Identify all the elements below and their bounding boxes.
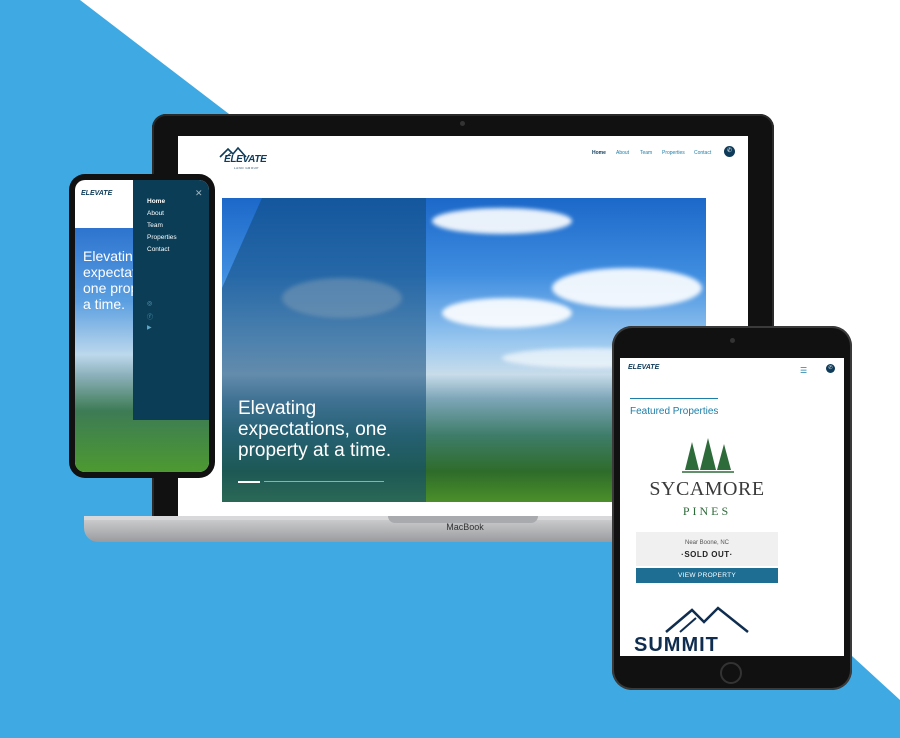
instagram-icon[interactable]: ◎ [147,300,152,307]
facebook-icon[interactable]: ⓕ [147,312,153,321]
pine-trees-icon [682,438,734,473]
phone-screen: ELEVATE Elevating expectations, one prop… [75,180,209,472]
phone-menu-properties[interactable]: Properties [147,234,177,241]
phone-menu-about[interactable]: About [147,210,164,217]
phone-menu-home[interactable]: Home [147,198,165,205]
phone-nav-menu: ✕ Home About Team Properties Contact ◎ ⓕ… [133,180,209,420]
tablet-camera [730,338,735,343]
logo-subtext: LAND GROUP [234,166,259,170]
phone-device: ELEVATE Elevating expectations, one prop… [69,174,215,478]
hero-headline: Elevating expectations, one property at … [238,398,392,461]
device-label: MacBook [446,522,484,532]
phone-icon[interactable]: ✆ [826,364,835,373]
hamburger-menu-icon[interactable]: ☰ [800,366,807,375]
tablet-logo[interactable]: ELEVATE [628,364,659,371]
logo-text: ELEVATE [224,154,267,165]
phone-menu-contact[interactable]: Contact [147,246,169,253]
property-subname: PINES [682,504,732,518]
nav-properties[interactable]: Properties [662,150,685,156]
view-property-button[interactable]: VIEW PROPERTY [636,568,778,583]
property-name: SYCAMORE [649,478,765,500]
site-logo[interactable]: ELEVATE LAND GROUP [218,146,278,174]
property-card-logo[interactable]: SYCAMORE PINES [636,432,778,532]
phone-logo[interactable]: ELEVATE [81,190,112,197]
cloud [432,208,572,234]
nav-team[interactable]: Team [640,150,652,156]
youtube-icon[interactable]: ▶ [147,324,152,331]
section-divider [630,398,718,399]
home-button[interactable] [720,662,742,684]
tablet-screen: ELEVATE ☰ ✆ Featured Properties SYCAMORE… [620,358,844,656]
cloud [552,268,702,308]
next-property-name: SUMMIT [634,634,719,656]
property-location: Near Boone, NC [684,540,730,546]
status-badge: ·SOLD OUT· [681,550,733,559]
close-icon[interactable]: ✕ [195,188,203,199]
cloud [442,298,572,328]
hero-slider-active[interactable] [238,481,260,483]
featured-heading: Featured Properties [630,406,719,417]
phone-icon[interactable]: ✆ [724,146,735,157]
nav-about[interactable]: About [616,150,629,156]
summit-mountain-icon [665,606,749,633]
tablet-device: ELEVATE ☰ ✆ Featured Properties SYCAMORE… [612,326,852,690]
nav-home[interactable]: Home [592,150,606,156]
phone-menu-team[interactable]: Team [147,222,163,229]
hero-slider-track[interactable] [264,481,384,482]
property-info: Near Boone, NC ·SOLD OUT· [636,532,778,566]
nav-contact[interactable]: Contact [694,150,711,156]
laptop-camera [460,121,465,126]
